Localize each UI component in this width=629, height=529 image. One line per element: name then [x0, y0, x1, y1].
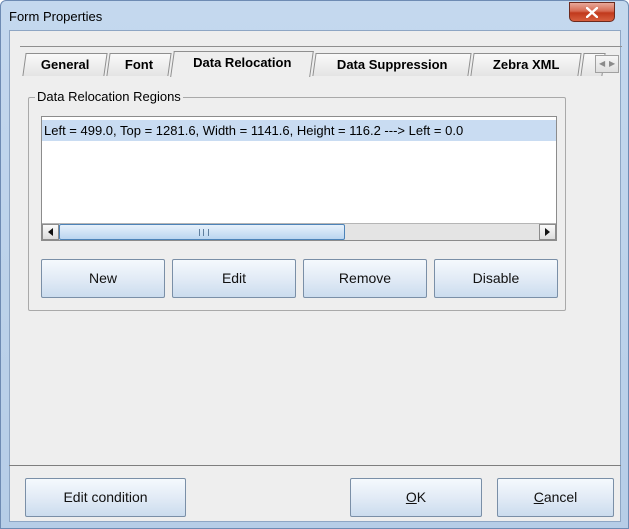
cancel-label-rest: ancel [543, 489, 578, 505]
new-button[interactable]: New [41, 259, 165, 298]
tab-data-relocation[interactable]: Data Relocation [170, 51, 314, 77]
scroll-right-button[interactable] [539, 224, 556, 240]
tab-scroll-left-icon[interactable]: ◀ [599, 59, 605, 68]
scroll-right-icon [545, 228, 550, 236]
tab-zebra-xml[interactable]: Zebra XML [470, 53, 582, 76]
scroll-left-icon [48, 228, 53, 236]
disable-button[interactable]: Disable [434, 259, 558, 298]
tab-data-suppression[interactable]: Data Suppression [312, 53, 472, 76]
edit-button[interactable]: Edit [172, 259, 296, 298]
tab-scroll-right-icon[interactable]: ▶ [609, 59, 615, 68]
title-bar[interactable]: Form Properties [1, 1, 628, 31]
ok-mnemonic: O [405, 489, 417, 505]
edit-condition-button[interactable]: Edit condition [25, 478, 186, 517]
cancel-button[interactable]: Cancel [497, 478, 614, 517]
tab-font[interactable]: Font [106, 53, 172, 76]
tab-data-relocation-label: Data Relocation [193, 55, 292, 70]
tab-data-suppression-label: Data Suppression [336, 57, 448, 72]
tab-general-label: General [40, 57, 90, 72]
tab-font-label: Font [124, 57, 154, 72]
regions-list[interactable]: Left = 499.0, Top = 1281.6, Width = 1141… [41, 116, 557, 241]
scroll-left-button[interactable] [42, 224, 59, 240]
tab-general[interactable]: General [22, 53, 108, 76]
close-button[interactable] [569, 2, 615, 22]
window-title: Form Properties [9, 9, 103, 24]
list-item[interactable]: Left = 499.0, Top = 1281.6, Width = 1141… [42, 120, 556, 141]
tab-scroller: ◀ ▶ [595, 55, 619, 73]
tab-zebra-xml-label: Zebra XML [492, 57, 560, 72]
dialog-window: Form Properties General Font Data Reloca… [0, 0, 629, 529]
ok-button[interactable]: OK [350, 478, 482, 517]
remove-button[interactable]: Remove [303, 259, 427, 298]
cancel-mnemonic: C [533, 489, 544, 505]
ok-label-rest: K [416, 489, 427, 505]
horizontal-scrollbar[interactable] [42, 223, 556, 240]
group-title: Data Relocation Regions [35, 89, 183, 104]
close-icon [586, 7, 598, 18]
scrollbar-thumb[interactable] [59, 224, 345, 240]
tab-panel-border [20, 46, 622, 47]
scrollbar-grip-icon [199, 229, 209, 236]
footer-separator [9, 465, 621, 466]
